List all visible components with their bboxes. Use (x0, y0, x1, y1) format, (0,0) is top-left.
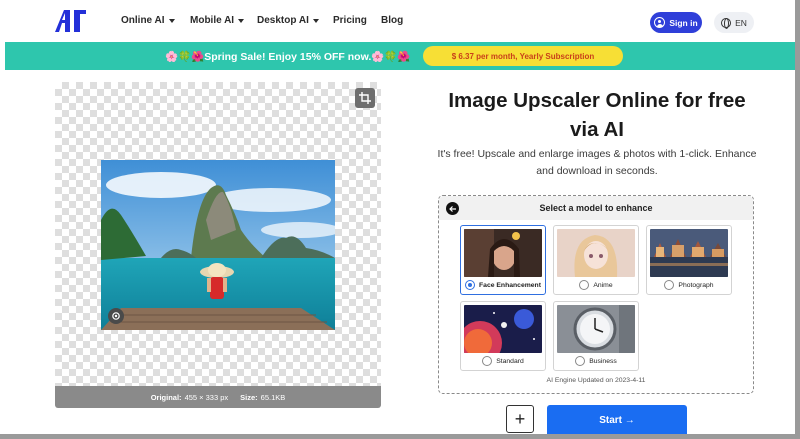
nav-blog[interactable]: Blog (381, 15, 403, 26)
model-option: Business (554, 356, 638, 366)
add-image-button[interactable]: + (506, 405, 534, 433)
nav-blog-label: Blog (381, 15, 404, 26)
standard-thumbnail (464, 305, 542, 353)
face-enhancement-thumbnail (464, 229, 542, 277)
user-icon (654, 17, 666, 28)
image-info-bar: Original: 455 × 333 px Size: 65.1KB (55, 386, 381, 408)
window-frame-right (795, 0, 800, 439)
image-preview-panel: Original: 455 × 333 px Size: 65.1KB (55, 82, 381, 408)
engine-update-note: AI Engine Updated on 2023-4-11 (546, 377, 646, 384)
language-label: EN (735, 17, 747, 28)
size-label: Size: (240, 392, 258, 402)
page-title: Image Upscaler Online for free via AI (448, 89, 746, 141)
promo-banner: 🌸🍀🌺Spring Sale! Enjoy 15% OFF now.🌸🍀🌺 $ … (5, 42, 795, 70)
model-label: Standard (496, 357, 524, 365)
crop-icon (359, 92, 371, 104)
model-card-face-enhancement[interactable]: Face Enhancement (460, 225, 546, 295)
brand-logo[interactable] (55, 10, 87, 32)
model-option: Anime (554, 280, 638, 290)
model-option: Photograph (647, 280, 731, 290)
promo-subscription-button[interactable]: $ 6.37 per month, Yearly Subscription (423, 46, 623, 66)
nav-mobile-ai[interactable]: Mobile AI (190, 15, 245, 26)
model-option: Face Enhancement (461, 280, 545, 290)
crop-button[interactable] (355, 88, 375, 108)
nav-online-ai[interactable]: Online AI (121, 15, 175, 26)
model-label: Anime (593, 281, 613, 289)
model-card-photograph[interactable]: Photograph (646, 225, 732, 295)
promo-text: 🌸🍀🌺Spring Sale! Enjoy 15% OFF now.🌸🍀🌺 (165, 51, 411, 63)
sign-in-button[interactable]: Sign in (650, 12, 702, 33)
nav-online-ai-label: Online AI (121, 15, 165, 26)
radio-button[interactable] (482, 356, 493, 366)
globe-icon (721, 17, 732, 29)
file-size: 65.1KB (260, 392, 286, 402)
language-selector[interactable]: EN (714, 12, 754, 33)
business-thumbnail (557, 305, 635, 353)
model-selector-title: Select a model to enhance (539, 203, 653, 213)
radio-button[interactable] (579, 280, 590, 290)
model-option: Standard (461, 356, 545, 366)
anime-thumbnail (557, 229, 635, 277)
window-frame-bottom (0, 434, 800, 439)
model-label: Face Enhancement (479, 281, 541, 289)
compare-button[interactable] (108, 308, 124, 324)
model-card-standard[interactable]: Standard (460, 301, 546, 371)
radio-button[interactable] (575, 356, 586, 366)
chevron-down-icon (238, 18, 245, 23)
uploaded-photo (101, 160, 335, 330)
model-selector: Select a model to enhance Face Enhanceme… (438, 195, 754, 394)
nav-mobile-ai-label: Mobile AI (190, 15, 235, 26)
model-selector-header: Select a model to enhance (439, 196, 753, 220)
radio-button[interactable] (664, 280, 675, 290)
model-label: Photograph (678, 281, 714, 289)
model-card-anime[interactable]: Anime (553, 225, 639, 295)
nav-desktop-ai-label: Desktop AI (257, 15, 309, 26)
photograph-thumbnail (650, 229, 728, 277)
sign-in-label: Sign in (669, 17, 698, 28)
eye-icon (112, 312, 120, 320)
nav-pricing[interactable]: Pricing (333, 15, 367, 26)
model-card-business[interactable]: Business (553, 301, 639, 371)
model-label: Business (589, 357, 617, 365)
nav-pricing-label: Pricing (333, 15, 367, 26)
chevron-down-icon (312, 18, 319, 23)
nav-desktop-ai[interactable]: Desktop AI (257, 15, 319, 26)
page-subtitle: It's free! Upscale and enlarge images & … (437, 148, 757, 177)
original-label: Original: (150, 392, 182, 402)
original-dimensions: 455 × 333 px (184, 392, 229, 402)
radio-button[interactable] (465, 280, 476, 290)
top-nav: Online AI Mobile AI Desktop AI Pricing B… (0, 0, 800, 42)
chevron-down-icon (168, 18, 175, 23)
